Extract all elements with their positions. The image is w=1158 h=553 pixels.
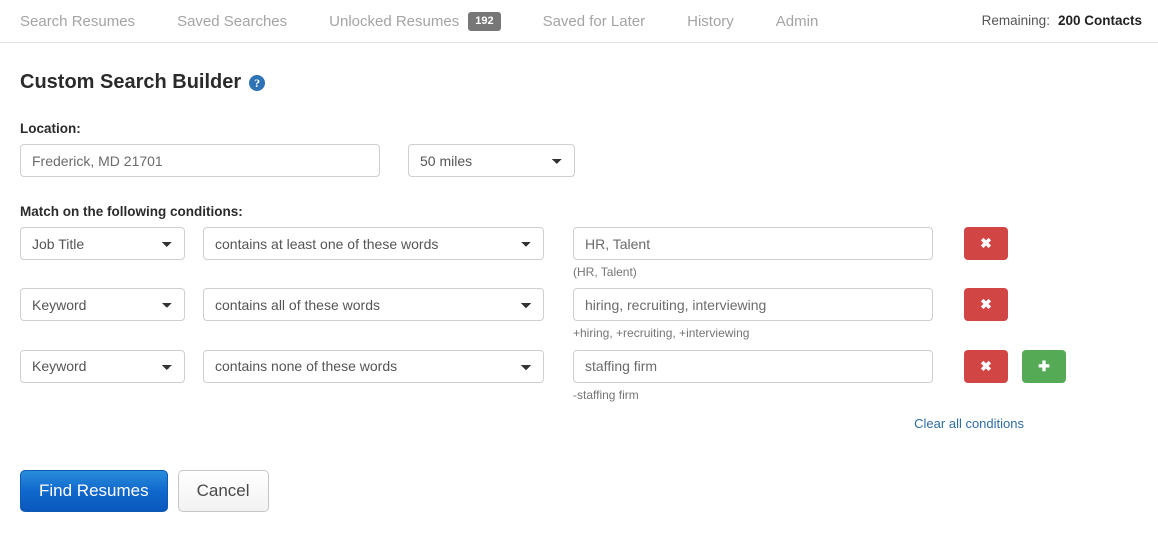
condition-syntax-hint: (HR, Talent) <box>573 265 637 279</box>
condition-value-input[interactable] <box>573 227 933 260</box>
condition-operator-select[interactable]: contains at least one of these words <box>203 227 544 260</box>
find-resumes-button[interactable]: Find Resumes <box>20 470 168 513</box>
top-navigation-bar: Search Resumes Saved Searches Unlocked R… <box>0 0 1158 43</box>
distance-select[interactable]: 50 miles <box>408 144 575 177</box>
remaining-label: Remaining: <box>981 13 1050 28</box>
condition-value-input[interactable] <box>573 288 933 322</box>
condition-value-wrapper: +hiring, +recruiting, +interviewing <box>573 288 933 340</box>
nav-item-unlocked-resumes[interactable]: Unlocked Resumes 192 <box>329 11 501 31</box>
condition-value-input[interactable] <box>573 349 933 383</box>
nav-item-label: Admin <box>775 12 819 30</box>
nav-item-label: Saved Searches <box>177 12 288 30</box>
add-condition-button[interactable]: ✚ <box>1022 349 1066 383</box>
form-actions: Find Resumes Cancel <box>20 470 1138 513</box>
nav-item-saved-searches[interactable]: Saved Searches <box>177 14 287 29</box>
condition-field-select[interactable]: Keyword <box>20 349 185 383</box>
plus-icon: ✚ <box>1038 357 1050 374</box>
clear-all-conditions-link[interactable]: Clear all conditions <box>914 416 1024 431</box>
nav-item-label: History <box>687 12 734 30</box>
location-label: Location: <box>20 121 81 136</box>
remove-condition-button[interactable]: ✖ <box>964 288 1008 322</box>
condition-syntax-hint: -staffing firm <box>573 387 639 402</box>
condition-operator-select[interactable]: contains all of these words <box>203 288 544 322</box>
conditions-label: Match on the following conditions: <box>20 204 243 219</box>
location-row: 50 miles <box>20 144 1138 177</box>
remaining-contacts-indicator: Remaining: 200 Contacts <box>982 13 1142 28</box>
remove-condition-button[interactable]: ✖ <box>964 349 1008 383</box>
close-icon: ✖ <box>980 357 992 374</box>
condition-row: Job Title contains at least one of these… <box>20 227 1138 279</box>
condition-field-select[interactable]: Job Title <box>20 227 185 260</box>
remove-condition-button[interactable]: ✖ <box>964 227 1008 260</box>
condition-value-wrapper: -staffing firm <box>573 349 933 402</box>
condition-syntax-hint: +hiring, +recruiting, +interviewing <box>573 326 750 341</box>
conditions-list: Job Title contains at least one of these… <box>20 227 1138 433</box>
location-input[interactable] <box>20 144 380 177</box>
remaining-value: 200 Contacts <box>1057 13 1142 28</box>
close-icon: ✖ <box>980 296 992 313</box>
close-icon: ✖ <box>980 235 992 251</box>
unlocked-resumes-count-badge: 192 <box>468 11 501 31</box>
clear-all-row: Clear all conditions <box>20 415 1138 433</box>
nav-item-admin[interactable]: Admin <box>776 14 819 29</box>
condition-value-wrapper: (HR, Talent) <box>573 227 933 279</box>
condition-row: Keyword contains none of these words -st… <box>20 349 1138 402</box>
condition-operator-select[interactable]: contains none of these words <box>203 349 544 383</box>
question-circle-icon[interactable]: ? <box>249 74 266 91</box>
page-title-text: Custom Search Builder <box>20 71 242 93</box>
nav-item-history[interactable]: History <box>687 14 734 29</box>
cancel-button[interactable]: Cancel <box>177 470 269 513</box>
condition-field-select[interactable]: Keyword <box>20 288 185 322</box>
nav-item-label: Saved for Later <box>542 12 646 30</box>
nav-item-label: Search Resumes <box>20 12 136 30</box>
page-title: Custom Search Builder ? <box>20 43 1138 94</box>
nav-item-saved-for-later[interactable]: Saved for Later <box>543 14 646 29</box>
nav-item-label: Unlocked Resumes <box>329 12 460 30</box>
condition-row: Keyword contains all of these words +hir… <box>20 288 1138 340</box>
nav-item-search-resumes[interactable]: Search Resumes <box>20 14 135 29</box>
page-content: Custom Search Builder ? Location: 50 mil… <box>0 43 1158 513</box>
